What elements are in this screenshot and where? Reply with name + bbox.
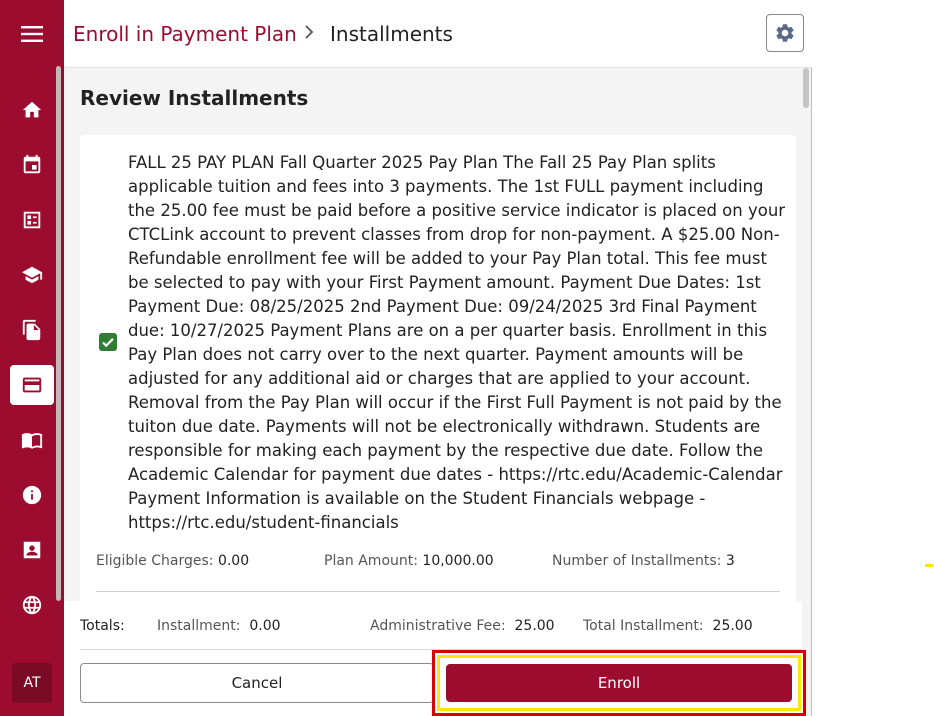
administrative-fee-value: 25.00 <box>514 618 555 634</box>
section-title: Review Installments <box>80 86 309 110</box>
avatar[interactable]: AT <box>12 663 52 703</box>
totals-bar: Totals: Installment: 0.00 Administrative… <box>64 601 806 716</box>
plan-description: FALL 25 PAY PLAN Fall Quarter 2025 Pay P… <box>128 153 786 532</box>
sidebar-item-payments[interactable] <box>10 365 54 405</box>
gear-icon <box>776 24 794 42</box>
main-content: Review Installments FALL 25 PAY PLAN Fal… <box>64 68 812 716</box>
plan-checkbox[interactable] <box>99 333 117 351</box>
plan-amount-label: Plan Amount: <box>324 553 418 569</box>
sidebar-item-info[interactable] <box>10 475 54 515</box>
chevron-right-icon <box>305 25 314 39</box>
total-installment: Total Installment: 25.00 <box>583 618 753 634</box>
sidebar-item-news[interactable] <box>10 420 54 460</box>
enroll-highlight: Enroll <box>432 650 806 716</box>
installments-count-value: 3 <box>725 553 735 569</box>
calendar-icon <box>23 154 41 174</box>
sidebar-scrollbar[interactable] <box>56 66 61 601</box>
contact-card-icon <box>23 541 41 559</box>
sidebar-item-profile[interactable] <box>10 530 54 570</box>
totals-label: Totals: <box>80 618 125 634</box>
documents-icon <box>22 319 41 341</box>
settings-button[interactable] <box>766 14 804 52</box>
page-header: Enroll in Payment Plan Installments <box>64 0 812 68</box>
card-divider <box>96 591 780 592</box>
payment-plan-card: FALL 25 PAY PLAN Fall Quarter 2025 Pay P… <box>80 135 796 615</box>
administrative-fee: Administrative Fee: 25.00 <box>370 618 555 634</box>
breadcrumb-link-enroll[interactable]: Enroll in Payment Plan <box>73 22 297 46</box>
sidebar-item-language[interactable] <box>10 585 54 625</box>
sidebar-item-home[interactable] <box>10 90 54 130</box>
breadcrumb-current: Installments <box>330 22 453 46</box>
credit-card-icon <box>22 377 42 393</box>
sidebar-item-list[interactable] <box>10 200 54 240</box>
checkmark-icon <box>102 338 114 348</box>
administrative-fee-label: Administrative Fee: <box>370 618 506 634</box>
sidebar: AT <box>0 0 64 716</box>
sidebar-item-academics[interactable] <box>10 255 54 295</box>
graduation-cap-icon <box>21 266 43 284</box>
home-icon <box>22 101 42 118</box>
installment-total-label: Installment: <box>157 618 241 634</box>
cancel-button[interactable]: Cancel <box>80 663 434 703</box>
installments-count-label: Number of Installments: <box>552 553 722 569</box>
eligible-charges: Eligible Charges: 0.00 <box>96 553 249 569</box>
main-scrollbar[interactable] <box>803 68 809 108</box>
info-icon <box>22 485 42 505</box>
installment-total: Installment: 0.00 <box>157 618 281 634</box>
eligible-charges-label: Eligible Charges: <box>96 553 214 569</box>
installment-total-value: 0.00 <box>249 618 281 634</box>
sidebar-item-calendar[interactable] <box>10 145 54 185</box>
menu-icon[interactable] <box>0 12 64 56</box>
number-of-installments: Number of Installments: 3 <box>552 553 735 569</box>
plan-amount-value: 10,000.00 <box>422 553 494 569</box>
globe-icon <box>22 595 42 615</box>
enroll-highlight-inner: Enroll <box>437 655 801 711</box>
plan-amount: Plan Amount: 10,000.00 <box>324 553 494 569</box>
sidebar-item-documents[interactable] <box>10 310 54 350</box>
cursor-marker <box>925 564 933 567</box>
newspaper-icon <box>21 433 43 449</box>
total-installment-value: 25.00 <box>712 618 753 634</box>
enroll-button[interactable]: Enroll <box>446 664 792 702</box>
eligible-charges-value: 0.00 <box>217 553 250 569</box>
total-installment-label: Total Installment: <box>583 618 704 634</box>
list-icon <box>23 211 41 229</box>
